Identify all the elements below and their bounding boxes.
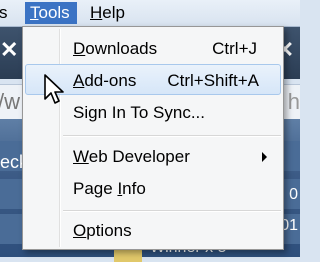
url-text-right: h — [287, 89, 300, 114]
menu-bar: s Tools Help — [0, 0, 300, 27]
menu-item-shortcut: Ctrl+Shift+A — [167, 71, 259, 90]
menu-separator — [63, 135, 281, 137]
submenu-arrow-icon — [262, 152, 267, 162]
close-tab-icon[interactable]: ✕ — [0, 37, 18, 63]
page-text-right: 0 — [289, 186, 298, 203]
tools-menu: Downloads Ctrl+J Add-ons Ctrl+Shift+A Si… — [22, 26, 284, 250]
mouse-pointer-icon — [44, 74, 64, 104]
menu-item-shortcut: Ctrl+J — [212, 39, 257, 58]
menu-help-accel: H — [90, 3, 103, 22]
menu-item-label: Downloads — [73, 39, 158, 58]
menu-file[interactable]: s — [0, 2, 13, 24]
menu-item-page-info[interactable]: Page Info — [25, 173, 281, 204]
menu-item-label: Sign In To Sync... — [73, 103, 205, 122]
menu-item-label: Page Info — [73, 179, 146, 198]
menu-item-options[interactable]: Options — [25, 215, 281, 246]
menu-item-label: Options — [73, 221, 132, 240]
menu-help-label: elp — [102, 3, 125, 22]
menu-item-downloads[interactable]: Downloads Ctrl+J — [25, 33, 281, 64]
url-text-left: /w — [0, 89, 20, 114]
menu-item-label: Web Developer — [73, 147, 190, 166]
menu-help[interactable]: Help — [85, 2, 130, 24]
menu-file-label: s — [0, 3, 8, 22]
menu-separator — [63, 210, 281, 212]
menu-item-web-developer[interactable]: Web Developer — [25, 141, 281, 172]
menu-tools[interactable]: Tools — [25, 2, 77, 24]
menu-item-label: Add-ons — [73, 71, 137, 90]
menu-tools-accel: T — [30, 3, 39, 22]
menu-tools-label: ools — [38, 3, 70, 22]
